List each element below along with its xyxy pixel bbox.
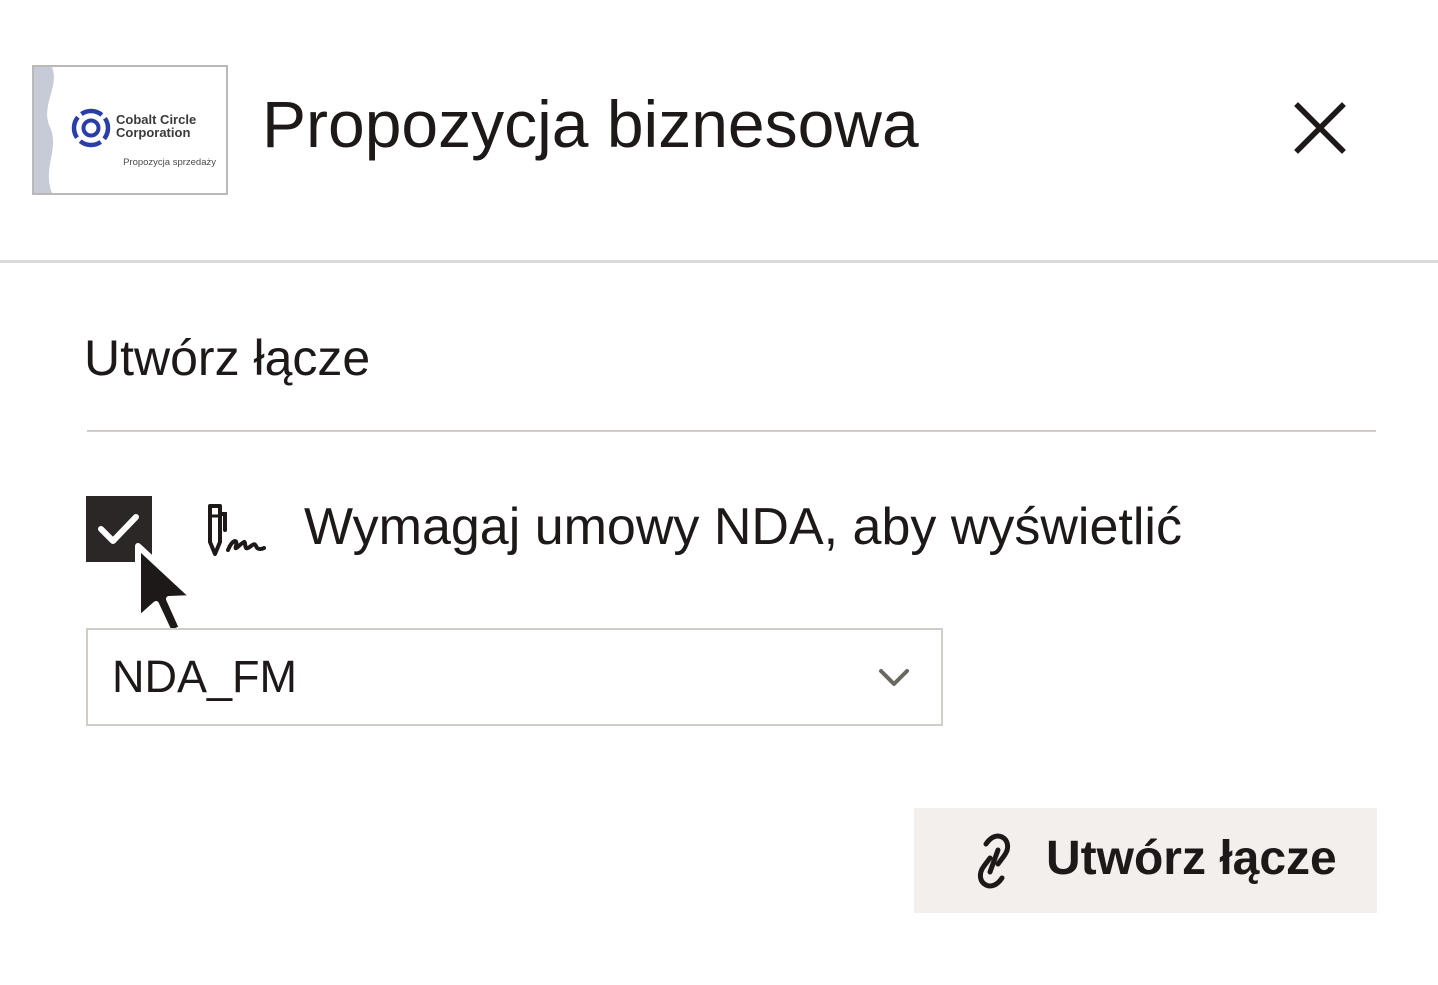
dialog-header: Cobalt Circle Corporation Propozycja spr…: [0, 0, 1438, 262]
create-link-button-label: Utwórz łącze: [1046, 832, 1337, 885]
close-icon: [1294, 102, 1346, 154]
link-icon: [977, 833, 1011, 889]
create-link-button[interactable]: Utwórz łącze: [914, 808, 1377, 913]
section-title: Utwórz łącze: [84, 330, 371, 386]
thumbnail-subtitle: Propozycja sprzedaży: [123, 157, 216, 168]
checkmark-icon: [98, 514, 139, 544]
document-title: Propozycja biznesowa: [262, 87, 919, 161]
header-divider: [0, 260, 1438, 263]
cobalt-circle-logo-icon: [71, 108, 111, 148]
require-nda-checkbox[interactable]: [86, 496, 152, 562]
nda-template-value: NDA_FM: [112, 651, 298, 702]
close-button[interactable]: [1290, 98, 1350, 158]
document-thumbnail[interactable]: Cobalt Circle Corporation Propozycja spr…: [32, 65, 228, 195]
thumbnail-wave-decoration: [34, 67, 54, 193]
nda-template-select[interactable]: NDA_FM: [86, 628, 943, 726]
chevron-down-icon: [879, 669, 909, 686]
require-nda-label[interactable]: Wymagaj umowy NDA, aby wyświetlić: [304, 494, 1182, 560]
thumbnail-company-name: Cobalt Circle Corporation: [116, 112, 197, 140]
section-divider: [87, 430, 1376, 432]
signature-pen-icon: [208, 504, 266, 556]
